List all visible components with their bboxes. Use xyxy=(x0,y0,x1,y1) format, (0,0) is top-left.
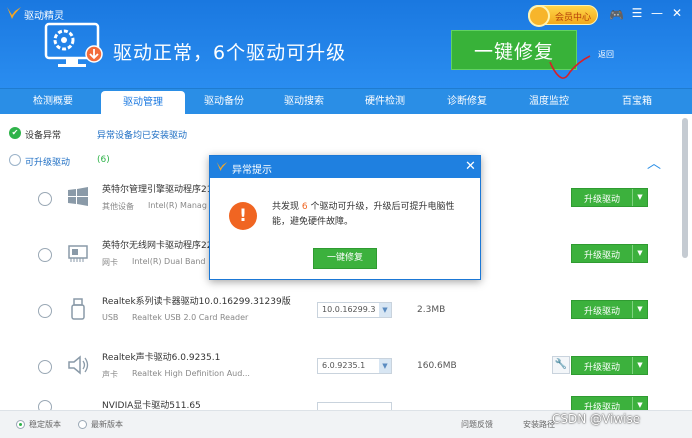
upgrade-dropdown-icon[interactable]: ▼ xyxy=(632,397,647,410)
driver-size: 160.6MB xyxy=(417,361,457,371)
abnormal-alert-dialog: 异常提示 ✕ ! 共发现 6 个驱动可升级，升级后可提升电脑性能，避免硬件故障。… xyxy=(209,155,481,280)
driver-name: NVIDIA显卡驱动511.65 xyxy=(102,401,201,410)
latest-version-label: 最新版本 xyxy=(91,420,123,429)
game-controller-icon[interactable]: 🎮 xyxy=(609,8,624,22)
upgrade-driver-button[interactable]: 升级驱动 ▼ xyxy=(571,188,648,207)
wrench-icon[interactable]: 🔧 xyxy=(552,356,570,374)
upgrade-driver-button[interactable]: 升级驱动 ▼ xyxy=(571,300,648,319)
version-value: 10.0.16299.3 xyxy=(322,305,376,314)
upgrade-label: 升级驱动 xyxy=(583,251,620,261)
close-icon[interactable]: ✕ xyxy=(670,6,684,20)
dialog-message: 共发现 6 个驱动可升级，升级后可提升电脑性能，避免硬件故障。 xyxy=(272,200,472,230)
driver-status-text: 驱动正常，6个驱动可升级 xyxy=(113,42,347,64)
minimize-icon[interactable]: — xyxy=(650,6,664,20)
tab-driver-search[interactable]: 驱动搜索 xyxy=(264,89,344,115)
driver-row: Realtek系列读卡器驱动10.0.16299.31239版 USB Real… xyxy=(0,286,680,342)
driver-select-radio[interactable] xyxy=(38,248,52,262)
driver-name: Realtek声卡驱动6.0.9235.1 xyxy=(102,353,221,363)
upgrade-driver-button[interactable]: 升级驱动 ▼ xyxy=(571,244,648,263)
upgrade-driver-button[interactable]: 升级驱动 ▼ xyxy=(571,396,648,410)
dialog-close-icon[interactable]: ✕ xyxy=(465,159,476,174)
upgrade-label: 升级驱动 xyxy=(583,307,620,317)
dialog-title-bar: 异常提示 ✕ xyxy=(210,156,480,178)
summary-abnormal: ✔ 设备异常 异常设备均已安装驱动 xyxy=(9,127,259,141)
driver-device: Realtek High Definition Aud... xyxy=(132,369,250,378)
driver-select-radio[interactable] xyxy=(38,400,52,410)
warning-icon: ! xyxy=(229,202,257,230)
tab-driver-management[interactable]: 驱动管理 xyxy=(101,91,185,115)
tab-temperature-monitor[interactable]: 温度监控 xyxy=(508,89,590,115)
version-select[interactable]: 10.0.16299.3 ▼ xyxy=(317,302,392,318)
stable-version-label: 稳定版本 xyxy=(29,420,61,429)
driver-category: 网卡 xyxy=(102,258,118,267)
driver-select-radio[interactable] xyxy=(38,192,52,206)
upgrade-label: 升级驱动 xyxy=(583,403,620,410)
driver-category: 声卡 xyxy=(102,370,118,379)
upgrade-label: 升级驱动 xyxy=(583,195,620,205)
upgradable-label: 可升级驱动 xyxy=(25,158,71,168)
upgradable-select-all-radio[interactable] xyxy=(9,154,21,166)
upgrade-dropdown-icon[interactable]: ▼ xyxy=(632,357,647,374)
scrollbar-thumb[interactable] xyxy=(682,118,688,258)
driver-device: Realtek USB 2.0 Card Reader xyxy=(132,313,249,322)
usb-icon xyxy=(71,298,85,320)
upgrade-dropdown-icon[interactable]: ▼ xyxy=(632,301,647,318)
driver-name: 英特尔管理引擎驱动程序21 xyxy=(102,185,213,195)
tab-overview[interactable]: 检测概要 xyxy=(12,89,94,115)
driver-category: USB xyxy=(102,313,119,322)
tab-toolbox[interactable]: 百宝箱 xyxy=(596,89,678,115)
vip-center-button[interactable]: 会员中心 xyxy=(528,5,598,27)
version-value: 6.0.9235.1 xyxy=(322,361,366,370)
chevron-down-icon: ▼ xyxy=(379,359,391,373)
driver-category: 其他设备 xyxy=(102,202,134,211)
driver-select-radio[interactable] xyxy=(38,360,52,374)
install-path-link[interactable]: 安装路径 xyxy=(523,419,555,430)
computer-gear-illustration xyxy=(44,22,103,67)
dialog-one-click-fix-button[interactable]: 一键修复 xyxy=(313,248,377,269)
dialog-message-count: 6 xyxy=(301,202,308,212)
tab-diagnose-repair[interactable]: 诊断修复 xyxy=(426,89,508,115)
stable-version-radio[interactable] xyxy=(16,420,25,429)
upgrade-dropdown-icon[interactable]: ▼ xyxy=(632,245,647,262)
header: 驱动精灵 会员中心 🎮 ☰ — ✕ 驱动正常，6个驱动可升级 一键修复 返回 xyxy=(0,0,692,88)
app-logo-icon xyxy=(7,7,21,19)
watermark: CSDN @Viwise xyxy=(552,412,641,426)
driver-device: Intel(R) Dual Band xyxy=(132,257,206,266)
menu-icon[interactable]: ☰ xyxy=(630,6,644,20)
driver-row: NVIDIA显卡驱动511.65 升级驱动 ▼ xyxy=(0,390,680,410)
driver-select-radio[interactable] xyxy=(38,304,52,318)
driver-device: Intel(R) Manag xyxy=(148,201,207,210)
driver-name: 英特尔无线网卡驱动程序22 xyxy=(102,241,213,251)
vip-center-label: 会员中心 xyxy=(555,13,592,23)
abnormal-status: 异常设备均已安装驱动 xyxy=(97,131,188,141)
dialog-message-suffix: 个驱动可升级，升级后可提升电脑性能，避免硬件故障。 xyxy=(272,202,455,227)
latest-version-radio[interactable] xyxy=(78,420,87,429)
version-select[interactable] xyxy=(317,402,392,410)
tab-hardware-detect[interactable]: 硬件检测 xyxy=(344,89,426,115)
tab-driver-backup[interactable]: 驱动备份 xyxy=(184,89,264,115)
abnormal-label: 设备异常 xyxy=(25,131,62,141)
upgrade-driver-button[interactable]: 升级驱动 ▼ xyxy=(571,356,648,375)
chevron-down-icon: ▼ xyxy=(379,303,391,317)
version-select[interactable]: 6.0.9235.1 ▼ xyxy=(317,358,392,374)
main-tab-bar: 检测概要 驱动管理 驱动备份 驱动搜索 硬件检测 诊断修复 温度监控 百宝箱 xyxy=(0,88,692,115)
vip-avatar-icon xyxy=(528,5,550,27)
dialog-message-prefix: 共发现 xyxy=(272,202,300,212)
upgradable-count: (6) xyxy=(97,155,110,165)
windows-icon xyxy=(68,187,88,206)
feedback-link[interactable]: 问题反馈 xyxy=(461,419,493,430)
driver-size: 2.3MB xyxy=(417,305,446,315)
check-icon: ✔ xyxy=(9,127,21,139)
collapse-chevron-up-icon[interactable]: ︿ xyxy=(647,153,661,173)
back-link[interactable]: 返回 xyxy=(598,49,614,60)
red-annotation-mark xyxy=(549,55,591,79)
driver-name: Realtek系列读卡器驱动10.0.16299.31239版 xyxy=(102,297,291,307)
app-logo-icon xyxy=(216,162,228,171)
network-card-icon xyxy=(68,245,88,262)
dialog-title: 异常提示 xyxy=(232,165,272,176)
speaker-icon xyxy=(68,355,89,375)
upgrade-dropdown-icon[interactable]: ▼ xyxy=(632,189,647,206)
upgrade-label: 升级驱动 xyxy=(583,363,620,373)
